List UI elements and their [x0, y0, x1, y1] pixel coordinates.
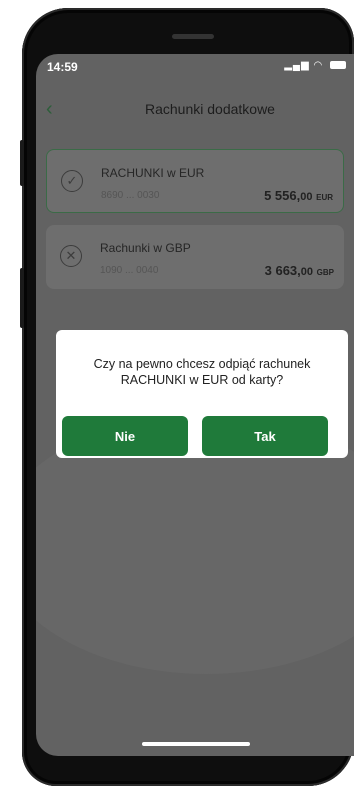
account-card-gbp[interactable]: ✕ Rachunki w GBP 1090 ... 0040 3 663,00 … [46, 225, 344, 289]
account-balance: 3 663,00 GBP [264, 263, 334, 278]
close-circle-icon: ✕ [60, 245, 82, 267]
account-number: 1090 ... 0040 [100, 265, 159, 276]
dialog-message: Czy na pewno chcesz odpiąć rachunek RACH… [93, 357, 311, 387]
checkmark-icon: ✓ [61, 170, 83, 192]
battery-icon [330, 61, 346, 70]
home-indicator[interactable] [142, 742, 250, 746]
volume-button [20, 140, 24, 186]
account-number: 8690 ... 0030 [101, 190, 160, 201]
speaker-grille [172, 34, 214, 39]
status-bar: 14:59 ▂▄▆ ◠ [36, 54, 354, 78]
top-bar: ‹ Rachunki dodatkowe [36, 94, 354, 124]
signal-icon: ▂▄▆ [284, 60, 310, 71]
power-button [20, 268, 24, 328]
confirm-dialog: Czy na pewno chcesz odpiąć rachunek RACH… [56, 330, 348, 458]
yes-button[interactable]: Tak [202, 416, 328, 456]
app-screen: 14:59 ▂▄▆ ◠ ‹ Rachunki dodatkowe ✓ RACHU… [36, 54, 354, 756]
account-card-eur[interactable]: ✓ RACHUNKI w EUR 8690 ... 0030 5 556,00 … [46, 149, 344, 213]
account-balance: 5 556,00 EUR [264, 188, 333, 203]
account-name: RACHUNKI w EUR [101, 166, 205, 180]
signal-wifi-battery-icons: ▂▄▆ ◠ [284, 60, 346, 71]
no-button[interactable]: Nie [62, 416, 188, 456]
status-time: 14:59 [47, 60, 78, 74]
account-name: Rachunki w GBP [100, 241, 191, 255]
page-title: Rachunki dodatkowe [145, 101, 275, 117]
wifi-icon: ◠ [313, 60, 324, 71]
